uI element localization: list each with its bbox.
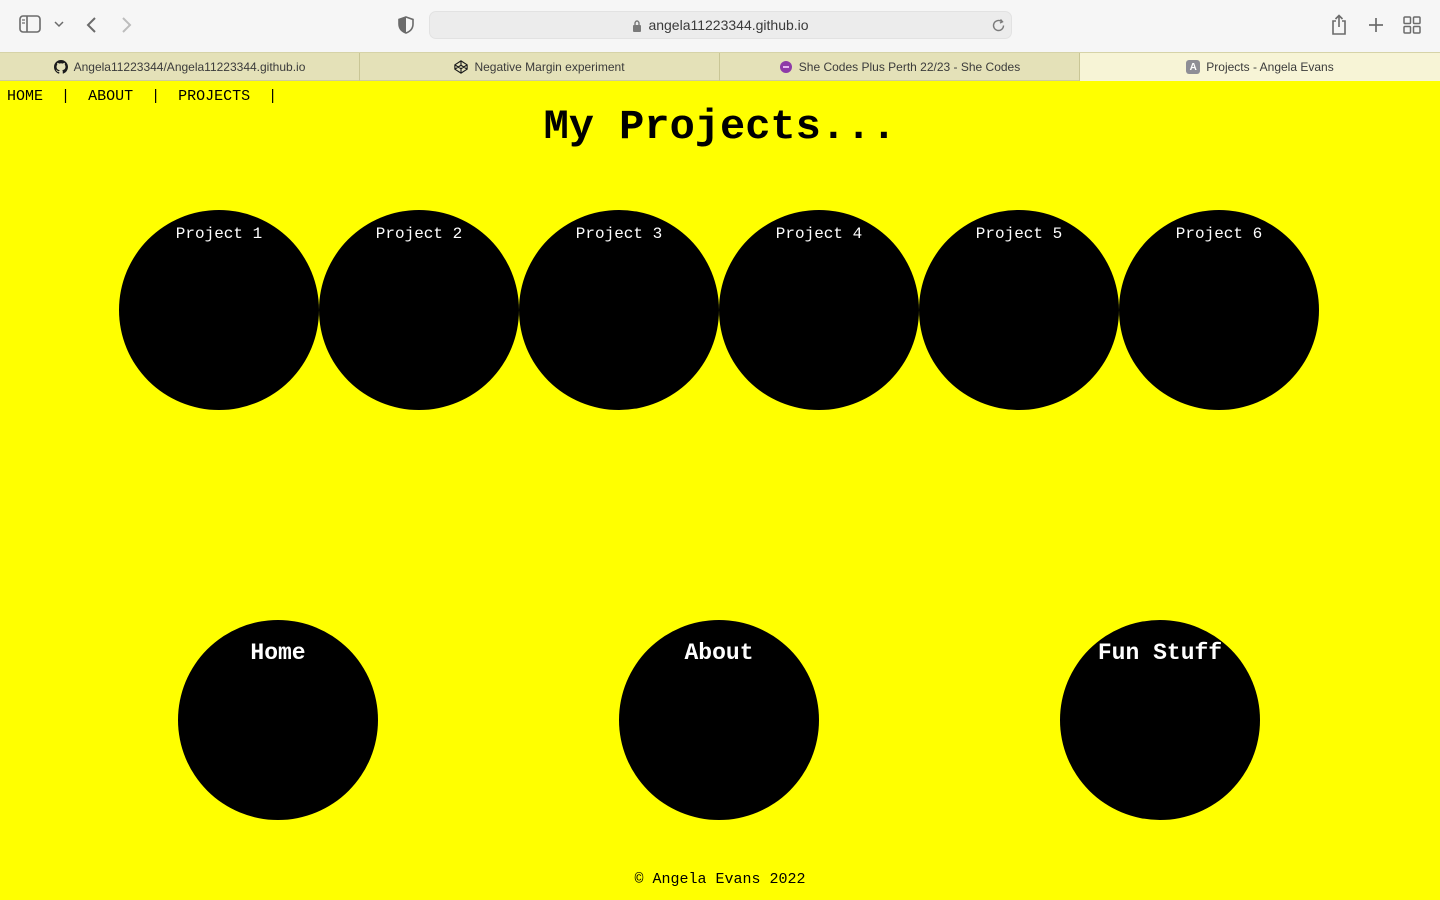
about-label: About [684,640,754,666]
shecodes-icon [779,60,793,74]
project-label: Project 6 [1175,225,1263,243]
page-title: My Projects... [543,103,897,151]
share-icon[interactable] [1329,13,1349,37]
about-circle-link[interactable]: About [619,620,819,820]
project-label: Project 4 [775,225,863,243]
tab-label: She Codes Plus Perth 22/23 - She Codes [798,60,1021,74]
tab-codepen[interactable]: Negative Margin experiment [360,53,720,81]
project-label: Project 2 [375,225,463,243]
tab-bar: Angela11223344/Angela11223344.github.io … [0,52,1440,81]
a-letter-icon: A [1186,60,1201,74]
project-6-circle[interactable]: Project 6 [1119,210,1319,410]
browser-toolbar: angela11223344.github.io [0,0,1440,52]
tab-label: Projects - Angela Evans [1206,60,1334,74]
new-tab-icon[interactable] [1366,15,1386,35]
page-content: HOME | ABOUT | PROJECTS | My Projects...… [0,81,1440,900]
home-label: Home [250,640,306,666]
reload-icon[interactable] [991,18,1006,33]
address-bar[interactable]: angela11223344.github.io [429,11,1012,39]
github-icon [53,60,68,74]
project-1-circle[interactable]: Project 1 [119,210,319,410]
tab-label: Negative Margin experiment [474,60,625,74]
sidebar-icon[interactable] [19,15,41,33]
tab-overview-icon[interactable] [1402,15,1422,35]
project-label: Project 3 [575,225,663,243]
forward-icon[interactable] [119,14,135,36]
home-circle-link[interactable]: Home [178,620,378,820]
fun-stuff-label: Fun Stuff [1097,640,1223,666]
footer-copyright: © Angela Evans 2022 [634,871,806,888]
tab-github[interactable]: Angela11223344/Angela11223344.github.io [0,53,360,81]
project-label: Project 5 [975,225,1063,243]
project-label: Project 1 [175,225,263,243]
project-2-circle[interactable]: Project 2 [319,210,519,410]
project-5-circle[interactable]: Project 5 [919,210,1119,410]
chevron-down-icon[interactable] [53,18,65,30]
codepen-icon [454,60,469,74]
tab-label: Angela11223344/Angela11223344.github.io [73,60,306,74]
shield-icon[interactable] [397,15,415,35]
url-text: angela11223344.github.io [648,17,809,33]
lock-icon [632,19,642,32]
project-4-circle[interactable]: Project 4 [719,210,919,410]
tab-shecodes[interactable]: She Codes Plus Perth 22/23 - She Codes [720,53,1080,81]
fun-stuff-circle-link[interactable]: Fun Stuff [1060,620,1260,820]
back-icon[interactable] [83,14,99,36]
tab-projects[interactable]: A Projects - Angela Evans [1080,53,1440,81]
project-3-circle[interactable]: Project 3 [519,210,719,410]
